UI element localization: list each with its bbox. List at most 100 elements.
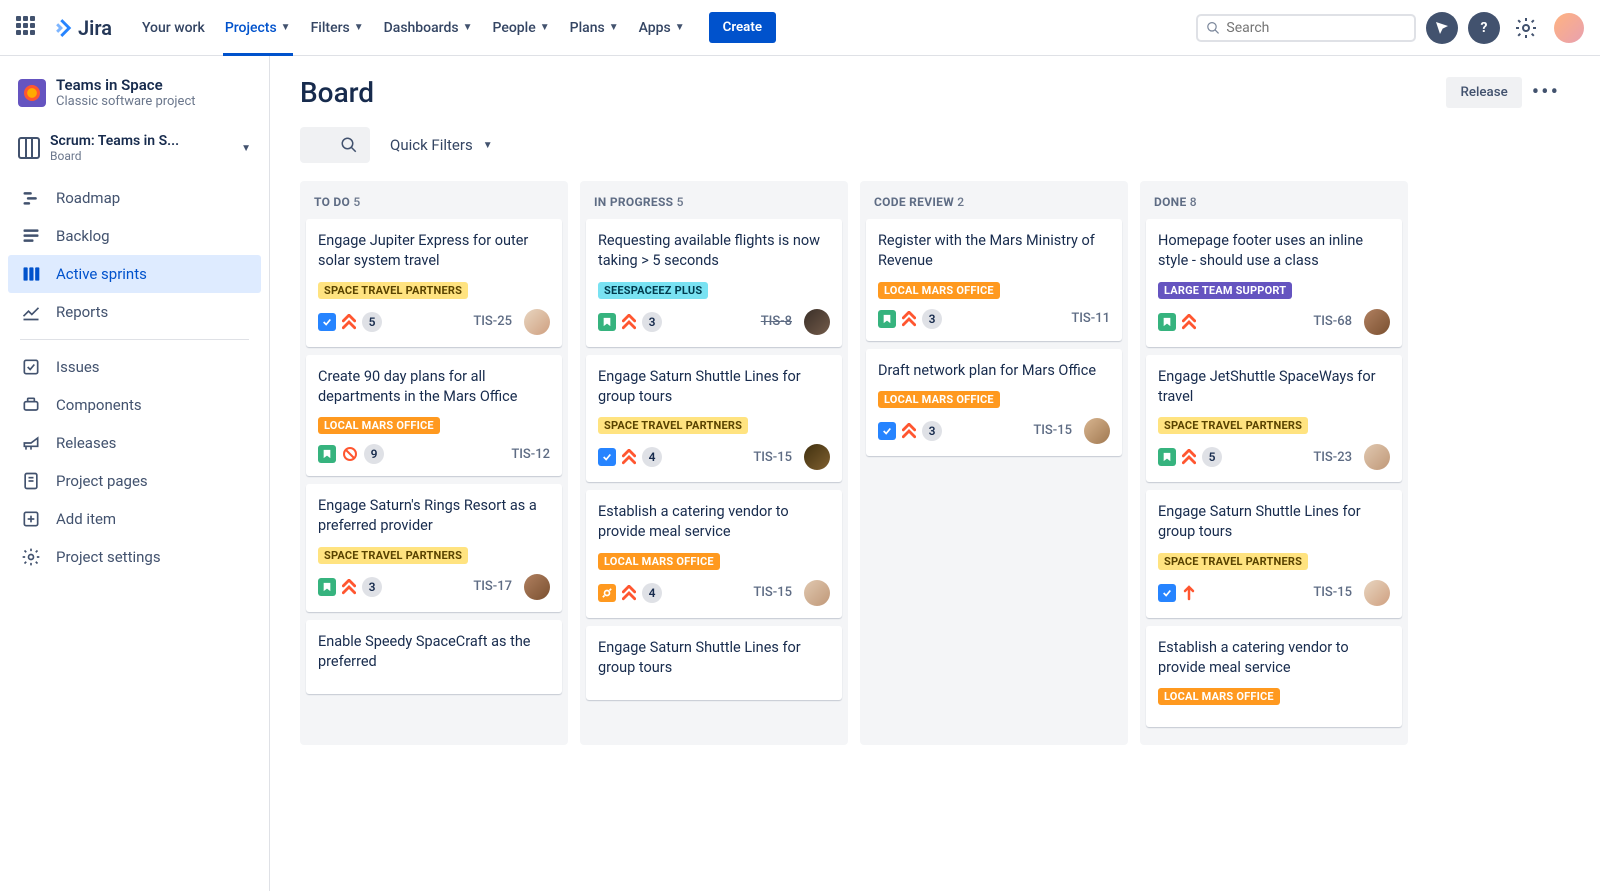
profile-avatar[interactable] (1554, 13, 1584, 43)
epic-badge[interactable]: LOCAL MARS OFFICE (598, 553, 720, 570)
issue-card[interactable]: Establish a catering vendor to provide m… (586, 490, 842, 618)
issue-key[interactable]: TIS-15 (753, 585, 792, 600)
issue-key[interactable]: TIS-15 (1313, 585, 1352, 600)
issue-key[interactable]: TIS-25 (473, 314, 512, 329)
sidebar-item-reports[interactable]: Reports (8, 293, 261, 331)
create-button[interactable]: Create (709, 12, 776, 43)
assignee-avatar[interactable] (1364, 580, 1390, 606)
assignee-avatar[interactable] (524, 309, 550, 335)
jira-logo[interactable]: Jira (52, 16, 112, 40)
epic-badge[interactable]: LARGE TEAM SUPPORT (1158, 282, 1292, 299)
issue-card[interactable]: Register with the Mars Ministry of Reven… (866, 219, 1122, 341)
epic-badge[interactable]: SEESPACEEZ PLUS (598, 282, 708, 299)
issue-key[interactable]: TIS-68 (1313, 314, 1352, 329)
nav-your-work[interactable]: Your work (132, 14, 215, 42)
epic-badge[interactable]: SPACE TRAVEL PARTNERS (598, 417, 748, 434)
issue-key[interactable]: TIS-23 (1313, 450, 1352, 465)
issue-card[interactable]: Engage Saturn Shuttle Lines for group to… (586, 355, 842, 483)
assignee-avatar[interactable] (1084, 418, 1110, 444)
issue-card[interactable]: Draft network plan for Mars Office LOCAL … (866, 349, 1122, 456)
sidebar-item-releases[interactable]: Releases (8, 424, 261, 462)
top-nav: Jira Your workProjects▼Filters▼Dashboard… (0, 0, 1600, 56)
column-header: Done 8 (1146, 191, 1402, 219)
nav-label: Plans (570, 20, 605, 36)
card-title: Draft network plan for Mars Office (878, 361, 1110, 381)
assignee-avatar[interactable] (1364, 309, 1390, 335)
assignee-avatar[interactable] (1364, 444, 1390, 470)
sidebar: Teams in Space Classic software project … (0, 56, 270, 891)
assignee-avatar[interactable] (804, 309, 830, 335)
sidebar-item-label: Active sprints (56, 265, 147, 283)
sidebar-item-project-pages[interactable]: Project pages (8, 462, 261, 500)
help-icon[interactable]: ? (1468, 12, 1500, 44)
search-icon (340, 136, 358, 154)
epic-badge[interactable]: SPACE TRAVEL PARTNERS (318, 282, 468, 299)
issue-key[interactable]: TIS-17 (473, 579, 512, 594)
sidebar-item-project-settings[interactable]: Project settings (8, 538, 261, 576)
issue-card[interactable]: Engage JetShuttle SpaceWays for travelSP… (1146, 355, 1402, 483)
reports-icon (20, 302, 42, 322)
nav-projects[interactable]: Projects▼ (215, 14, 301, 42)
app-switcher-icon[interactable] (16, 16, 40, 40)
issue-key[interactable]: TIS-11 (1071, 311, 1110, 326)
nav-dashboards[interactable]: Dashboards▼ (374, 14, 483, 42)
assignee-avatar[interactable] (804, 444, 830, 470)
story-points-badge: 3 (922, 309, 942, 329)
assignee-avatar[interactable] (804, 580, 830, 606)
epic-badge[interactable]: SPACE TRAVEL PARTNERS (1158, 553, 1308, 570)
nav-label: Dashboards (384, 20, 459, 36)
story-points-badge: 3 (642, 312, 662, 332)
issue-type-task-icon (878, 422, 896, 440)
nav-label: People (493, 20, 536, 36)
quick-filters-dropdown[interactable]: Quick Filters ▼ (390, 136, 493, 154)
notifications-icon[interactable] (1426, 12, 1458, 44)
sidebar-item-roadmap[interactable]: Roadmap (8, 179, 261, 217)
sidebar-item-active-sprints[interactable]: Active sprints (8, 255, 261, 293)
issue-card[interactable]: Homepage footer uses an inline style - s… (1146, 219, 1402, 347)
release-button[interactable]: Release (1446, 77, 1521, 108)
chevron-down-icon: ▼ (354, 22, 364, 33)
epic-badge[interactable]: SPACE TRAVEL PARTNERS (318, 547, 468, 564)
card-title: Establish a catering vendor to provide m… (598, 502, 830, 543)
issue-key[interactable]: TIS-15 (1033, 423, 1072, 438)
epic-badge[interactable]: LOCAL MARS OFFICE (878, 391, 1000, 408)
issue-card[interactable]: Engage Jupiter Express for outer solar s… (306, 219, 562, 347)
issue-key[interactable]: TIS-8 (761, 314, 792, 329)
search-input[interactable] (1226, 20, 1406, 36)
search-box[interactable] (1196, 14, 1416, 42)
board-search[interactable] (300, 127, 370, 163)
sidebar-item-components[interactable]: Components (8, 386, 261, 424)
epic-badge[interactable]: SPACE TRAVEL PARTNERS (1158, 417, 1308, 434)
project-header[interactable]: Teams in Space Classic software project (8, 76, 261, 123)
issue-card[interactable]: Engage Saturn Shuttle Lines for group to… (586, 626, 842, 701)
nav-filters[interactable]: Filters▼ (301, 14, 374, 42)
issue-card[interactable]: Establish a catering vendor to provide m… (1146, 626, 1402, 728)
epic-badge[interactable]: LOCAL MARS OFFICE (318, 417, 440, 434)
issue-card[interactable]: Engage Saturn Shuttle Lines for group to… (1146, 490, 1402, 618)
sidebar-item-add-item[interactable]: Add item (8, 500, 261, 538)
priority-highest-icon (622, 449, 636, 465)
epic-badge[interactable]: LOCAL MARS OFFICE (878, 282, 1000, 299)
board-sublabel: Board (50, 149, 231, 163)
settings-icon[interactable] (1510, 12, 1542, 44)
sidebar-item-issues[interactable]: Issues (8, 348, 261, 386)
story-points-badge: 5 (362, 312, 382, 332)
priority-highest-icon (622, 585, 636, 601)
issue-card[interactable]: Create 90 day plans for all departments … (306, 355, 562, 477)
nav-people[interactable]: People▼ (483, 14, 560, 42)
nav-plans[interactable]: Plans▼ (560, 14, 629, 42)
epic-badge[interactable]: LOCAL MARS OFFICE (1158, 688, 1280, 705)
issue-card[interactable]: Engage Saturn's Rings Resort as a prefer… (306, 484, 562, 612)
sidebar-item-backlog[interactable]: Backlog (8, 217, 261, 255)
issue-key[interactable]: TIS-15 (753, 450, 792, 465)
issue-type-subtask-icon (598, 584, 616, 602)
board-selector[interactable]: Scrum: Teams in S... Board ▼ (8, 123, 261, 173)
issue-card[interactable]: Requesting available flights is now taki… (586, 219, 842, 347)
card-title: Register with the Mars Ministry of Reven… (878, 231, 1110, 272)
more-actions-button[interactable]: ••• (1522, 76, 1570, 109)
issue-key[interactable]: TIS-12 (511, 447, 550, 462)
nav-apps[interactable]: Apps▼ (629, 14, 695, 42)
card-title: Engage Saturn Shuttle Lines for group to… (598, 638, 830, 679)
assignee-avatar[interactable] (524, 574, 550, 600)
issue-card[interactable]: Enable Speedy SpaceCraft as the preferre… (306, 620, 562, 695)
